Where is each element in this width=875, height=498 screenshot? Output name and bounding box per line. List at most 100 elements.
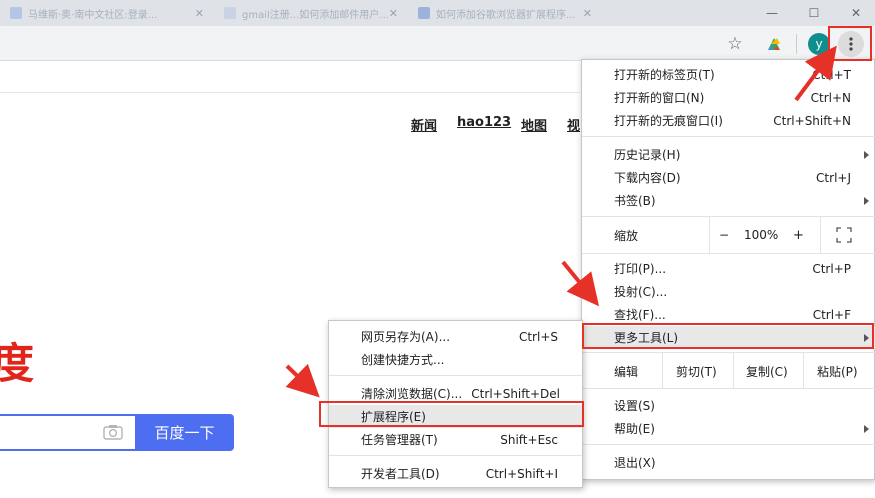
tab-title: gmail注册...如何添加邮件用户...: [242, 9, 389, 21]
menu-item-label: 下载内容(D): [614, 171, 681, 185]
menu-separator: [329, 375, 582, 376]
menu-edit-row: 编辑 剪切(T) 复制(C) 粘贴(P): [582, 353, 875, 389]
tab-close-icon[interactable]: ✕: [195, 7, 204, 20]
menu-item-label: 打开新的标签页(T): [614, 68, 715, 82]
submenu-item-extensions[interactable]: 扩展程序(E): [329, 405, 582, 428]
nav-link-hao123[interactable]: hao123: [457, 115, 511, 135]
menu-item-settings[interactable]: 设置(S): [582, 394, 875, 417]
submenu-item-clear-browsing-data[interactable]: 清除浏览数据(C)... Ctrl+Shift+Del: [329, 382, 582, 405]
submenu-item-task-manager[interactable]: 任务管理器(T) Shift+Esc: [329, 428, 582, 451]
menu-item-new-tab[interactable]: 打开新的标签页(T) Ctrl+T: [582, 63, 875, 86]
menu-item-label: 退出(X): [614, 456, 656, 470]
menu-item-label: 帮助(E): [614, 422, 655, 436]
menu-item-downloads[interactable]: 下载内容(D) Ctrl+J: [582, 166, 875, 189]
page-header-divider: [0, 92, 580, 93]
submenu-arrow-icon: [864, 196, 869, 205]
tab-1[interactable]: 马维斯·奥·南中文社区:登录... ✕: [0, 0, 210, 26]
baidu-logo: 度: [0, 339, 35, 388]
menu-item-label: 创建快捷方式...: [361, 353, 445, 367]
avatar-letter: y: [815, 37, 823, 51]
tab-close-icon[interactable]: ✕: [583, 7, 592, 20]
fullscreen-icon[interactable]: [836, 227, 852, 243]
nav-link-news[interactable]: 新闻: [411, 115, 437, 135]
menu-item-more-tools[interactable]: 更多工具(L): [582, 326, 875, 349]
zoom-out-button[interactable]: −: [719, 228, 729, 242]
close-window-icon[interactable]: ✕: [836, 0, 875, 26]
menu-item-shortcut: Ctrl+Shift+I: [485, 466, 558, 481]
nav-link-map[interactable]: 地图: [521, 115, 547, 135]
copy-button[interactable]: 复制(C): [746, 363, 788, 380]
zoom-divider: [820, 217, 821, 253]
edit-divider: [662, 353, 663, 389]
submenu-item-developer-tools[interactable]: 开发者工具(D) Ctrl+Shift+I: [329, 462, 582, 485]
tab-strip: 马维斯·奥·南中文社区:登录... ✕ gmail注册...如何添加邮件用户..…: [0, 0, 875, 26]
baidu-search-button[interactable]: 百度一下: [135, 414, 234, 451]
menu-item-label: 更多工具(L): [614, 331, 679, 345]
menu-item-new-window[interactable]: 打开新的窗口(N) Ctrl+N: [582, 86, 875, 109]
tab-2[interactable]: gmail注册...如何添加邮件用户... ✕: [214, 0, 404, 26]
profile-avatar[interactable]: y: [808, 33, 830, 55]
tab-favicon-icon: [418, 7, 430, 19]
menu-item-exit[interactable]: 退出(X): [582, 451, 875, 474]
submenu-arrow-icon: [864, 333, 869, 342]
menu-item-history[interactable]: 历史记录(H): [582, 143, 875, 166]
camera-icon[interactable]: [103, 424, 123, 440]
menu-item-find[interactable]: 查找(F)... Ctrl+F: [582, 303, 875, 326]
menu-item-shortcut: Ctrl+N: [810, 90, 851, 105]
menu-item-shortcut: Ctrl+J: [816, 170, 851, 185]
zoom-in-button[interactable]: +: [793, 228, 804, 243]
menu-item-label: 网页另存为(A)...: [361, 330, 451, 344]
submenu-arrow-icon: [864, 150, 869, 159]
submenu-item-create-shortcut[interactable]: 创建快捷方式...: [329, 348, 582, 371]
menu-item-incognito-window[interactable]: 打开新的无痕窗口(I) Ctrl+Shift+N: [582, 109, 875, 132]
menu-separator: [582, 253, 875, 254]
arrow-to-extensions: [285, 363, 320, 398]
chrome-menu-button[interactable]: [838, 31, 864, 57]
minimize-icon[interactable]: —: [752, 0, 792, 26]
zoom-divider: [709, 217, 710, 253]
menu-item-label: 打开新的窗口(N): [614, 91, 705, 105]
menu-item-label: 查找(F)...: [614, 308, 666, 322]
menu-item-bookmarks[interactable]: 书签(B): [582, 189, 875, 212]
menu-item-help[interactable]: 帮助(E): [582, 417, 875, 440]
menu-item-label: 打开新的无痕窗口(I): [614, 114, 723, 128]
zoom-label: 缩放: [614, 228, 639, 243]
extension-icon[interactable]: [764, 34, 784, 54]
tab-favicon-icon: [224, 7, 236, 19]
menu-item-shortcut: Ctrl+F: [812, 307, 851, 322]
menu-separator: [329, 455, 582, 456]
cut-button[interactable]: 剪切(T): [676, 363, 717, 380]
edit-divider: [803, 353, 804, 389]
menu-item-shortcut: Shift+Esc: [500, 432, 558, 447]
menu-item-label: 打印(P)...: [614, 262, 667, 276]
menu-item-shortcut: Ctrl+Shift+Del: [471, 386, 560, 401]
menu-separator: [582, 216, 875, 217]
menu-zoom-row: 缩放 − 100% +: [582, 217, 875, 253]
browser-toolbar: ☆ y: [0, 26, 875, 61]
menu-item-label: 任务管理器(T): [361, 433, 438, 447]
address-bar[interactable]: [0, 30, 757, 57]
menu-separator: [582, 352, 875, 353]
edit-label: 编辑: [614, 364, 639, 379]
tab-title: 马维斯·奥·南中文社区:登录...: [28, 9, 158, 21]
tab-favicon-icon: [10, 7, 22, 19]
menu-item-label: 投射(C)...: [614, 285, 668, 299]
menu-item-cast[interactable]: 投射(C)...: [582, 280, 875, 303]
bookmark-star-icon[interactable]: ☆: [724, 33, 746, 55]
menu-item-label: 书签(B): [614, 194, 656, 208]
submenu-item-save-page[interactable]: 网页另存为(A)... Ctrl+S: [329, 325, 582, 348]
menu-item-shortcut: Ctrl+Shift+N: [773, 113, 851, 128]
menu-separator: [582, 136, 875, 137]
paste-button[interactable]: 粘贴(P): [817, 363, 858, 380]
menu-item-shortcut: Ctrl+T: [812, 67, 851, 82]
menu-item-label: 开发者工具(D): [361, 467, 440, 481]
toolbar-divider: [796, 34, 797, 54]
maximize-icon[interactable]: ☐: [794, 0, 834, 26]
submenu-arrow-icon: [864, 424, 869, 433]
edit-divider: [733, 353, 734, 389]
tab-3[interactable]: 如何添加谷歌浏览器扩展程序... ✕: [408, 0, 598, 26]
menu-item-print[interactable]: 打印(P)... Ctrl+P: [582, 257, 875, 280]
nav-link-video[interactable]: 视: [567, 115, 580, 135]
more-tools-submenu: 网页另存为(A)... Ctrl+S 创建快捷方式... 清除浏览数据(C)..…: [328, 320, 583, 488]
tab-close-icon[interactable]: ✕: [389, 7, 398, 20]
